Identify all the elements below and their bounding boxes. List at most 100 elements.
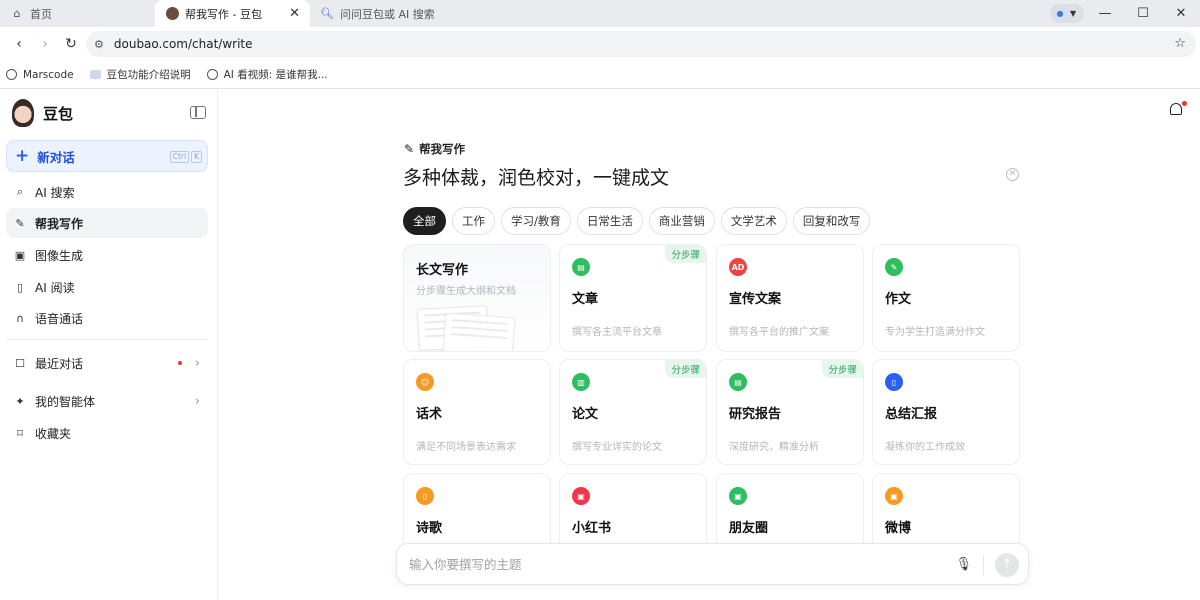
chip-work[interactable]: 工作 xyxy=(452,207,495,235)
sidebar-item-ai-search[interactable]: ⌕ AI 搜索 xyxy=(6,177,208,207)
profile-button[interactable]: ● ▼ xyxy=(1050,4,1084,23)
sidebar-item-agents[interactable]: ✦ 我的智能体 › xyxy=(6,386,208,416)
minimize-button[interactable]: — xyxy=(1086,6,1124,21)
page-icon xyxy=(89,70,101,79)
chip-study[interactable]: 学习/教育 xyxy=(501,207,571,235)
maximize-button[interactable]: ☐ xyxy=(1124,6,1162,21)
chip-reply[interactable]: 回复和改写 xyxy=(792,207,871,235)
chart-icon: ▥ xyxy=(572,373,590,391)
section-label: ✎ 帮我写作 xyxy=(404,141,465,157)
forward-button[interactable]: › xyxy=(32,36,58,52)
sidebar-item-recent[interactable]: ☐ 最近对话 › xyxy=(6,348,208,378)
headphones-icon: ∩ xyxy=(15,311,25,325)
chip-all[interactable]: 全部 xyxy=(403,207,446,235)
divider xyxy=(983,555,984,575)
clear-icon[interactable]: ✕ xyxy=(1006,168,1019,181)
chip-literature[interactable]: 文学艺术 xyxy=(720,207,787,235)
bookmark-star-icon[interactable]: ☆ xyxy=(1174,36,1186,51)
card-essay[interactable]: ✎ 作文 专为学生打造满分作文 xyxy=(872,244,1020,352)
globe-icon xyxy=(206,69,218,80)
bookmark-icon: ⌑ xyxy=(17,426,23,440)
card-moments[interactable]: ▣ 朋友圈 xyxy=(716,473,864,553)
doubao-favicon-icon xyxy=(165,7,179,21)
report-icon: ▤ xyxy=(729,373,747,391)
card-title: 微博 xyxy=(885,521,912,536)
moments-icon: ▣ xyxy=(729,487,747,505)
brand-name: 豆包 xyxy=(43,104,74,123)
card-title: 作文 xyxy=(885,292,912,307)
card-xiaohongshu[interactable]: ▣ 小红书 xyxy=(559,473,707,553)
sidebar-item-label: 语音通话 xyxy=(35,311,84,326)
card-desc: 凝练你的工作成效 xyxy=(885,442,965,453)
card-research-report[interactable]: 分步骤 ▤ 研究报告 深度研究，精准分析 xyxy=(716,359,864,465)
card-desc: 满足不同场景表达需求 xyxy=(416,442,516,453)
bookmark-marscode[interactable]: Marscode xyxy=(6,69,74,81)
xiaohongshu-icon: ▣ xyxy=(572,487,590,505)
doubao-avatar xyxy=(12,99,34,127)
brand[interactable]: 豆包 xyxy=(12,99,73,127)
write-icon: ✎ xyxy=(404,142,415,156)
send-button[interactable]: ↑ xyxy=(995,553,1019,577)
card-title: 小红书 xyxy=(572,521,612,536)
tab-home[interactable]: ⌂ 首页 xyxy=(0,0,155,27)
poem-icon: ▯ xyxy=(416,487,434,505)
search-spark-icon: ⌕ xyxy=(16,185,24,198)
new-chat-label: 新对话 xyxy=(37,149,75,165)
card-paper[interactable]: 分步骤 ▥ 论文 撰写专业详实的论文 xyxy=(559,359,707,465)
notification-bell-icon[interactable] xyxy=(1170,101,1187,119)
sidebar-item-write[interactable]: ✎ 帮我写作 xyxy=(6,208,208,238)
card-speech[interactable]: ☺ 话术 满足不同场景表达需求 xyxy=(403,359,551,465)
card-article[interactable]: 分步骤 ▤ 文章 撰写各主流平台文章 xyxy=(559,244,707,352)
card-long-form[interactable]: 长文写作 分步骤生成大纲和文档 xyxy=(403,244,551,352)
pen-icon: ✎ xyxy=(885,258,903,276)
close-tab-icon[interactable]: ✕ xyxy=(289,7,300,20)
step-badge: 分步骤 xyxy=(665,360,706,378)
url-field[interactable]: ⚙ doubao.com/chat/write ☆ xyxy=(86,31,1196,57)
card-desc: 撰写专业详实的论文 xyxy=(572,442,662,453)
card-poem[interactable]: ▯ 诗歌 xyxy=(403,473,551,553)
site-info-icon[interactable]: ⚙ xyxy=(94,38,104,51)
chip-daily[interactable]: 日常生活 xyxy=(576,207,643,235)
reload-button[interactable]: ↻ xyxy=(58,36,84,52)
sidebar-item-label: 帮我写作 xyxy=(35,216,84,231)
chip-marketing[interactable]: 商业营销 xyxy=(648,207,715,235)
sidebar-item-label: 图像生成 xyxy=(35,248,84,263)
write-icon: ✎ xyxy=(15,216,25,230)
bookmark-doubao-intro[interactable]: 豆包功能介绍说明 xyxy=(89,67,191,82)
section-label-text: 帮我写作 xyxy=(419,142,466,156)
sidebar-item-image[interactable]: ▣ 图像生成 xyxy=(6,240,208,270)
chat-bubble-icon: ☐ xyxy=(15,356,25,370)
sidebar-item-label: 我的智能体 xyxy=(35,394,96,409)
card-title: 文章 xyxy=(572,292,599,307)
tab-search[interactable]: 🔍︎ 问问豆包或 AI 搜索 xyxy=(310,0,510,27)
divider xyxy=(6,339,208,340)
sidebar-item-favorites[interactable]: ⌑ 收藏夹 xyxy=(6,418,208,448)
card-weibo[interactable]: ▣ 微博 xyxy=(872,473,1020,553)
sidebar-item-ai-read[interactable]: ▯ AI 阅读 xyxy=(6,272,208,302)
avatar-icon: ● xyxy=(1053,6,1067,21)
shortcut-key: K xyxy=(191,151,202,163)
unread-dot xyxy=(178,361,182,365)
step-badge: 分步骤 xyxy=(665,245,706,263)
sidebar-item-voice[interactable]: ∩ 语音通话 xyxy=(6,303,208,333)
window-controls: — ☐ ✕ xyxy=(1086,0,1200,27)
bookmark-label: AI 看视频: 是谁帮我... xyxy=(223,69,328,81)
people-icon: ☺ xyxy=(416,373,434,391)
image-icon: ▣ xyxy=(14,248,26,262)
card-summary[interactable]: ▯ 总结汇报 凝练你的工作成效 xyxy=(872,359,1020,465)
microphone-icon[interactable]: 🎙︎ xyxy=(955,557,972,572)
close-window-button[interactable]: ✕ xyxy=(1162,6,1200,21)
card-promo-copy[interactable]: AD 宣传文案 撰写各平台的推广文案 xyxy=(716,244,864,352)
collapse-sidebar-icon[interactable] xyxy=(190,106,206,119)
card-title: 话术 xyxy=(416,407,443,422)
back-button[interactable]: ‹ xyxy=(6,36,32,52)
summary-icon: ▯ xyxy=(885,373,903,391)
card-desc: 专为学生打造满分作文 xyxy=(885,327,985,338)
new-chat-button[interactable]: + 新对话 Ctrl K xyxy=(6,140,208,172)
shortcut-key: Ctrl xyxy=(169,151,190,163)
topic-input[interactable] xyxy=(409,556,909,572)
search-icon: 🔍︎ xyxy=(320,7,334,20)
bookmark-ai-video[interactable]: AI 看视频: 是谁帮我... xyxy=(206,67,328,82)
browser-tab-bar: ⌂ 首页 帮我写作 - 豆包 ✕ 🔍︎ 问问豆包或 AI 搜索 xyxy=(0,0,1200,27)
tab-write[interactable]: 帮我写作 - 豆包 ✕ xyxy=(155,0,310,27)
